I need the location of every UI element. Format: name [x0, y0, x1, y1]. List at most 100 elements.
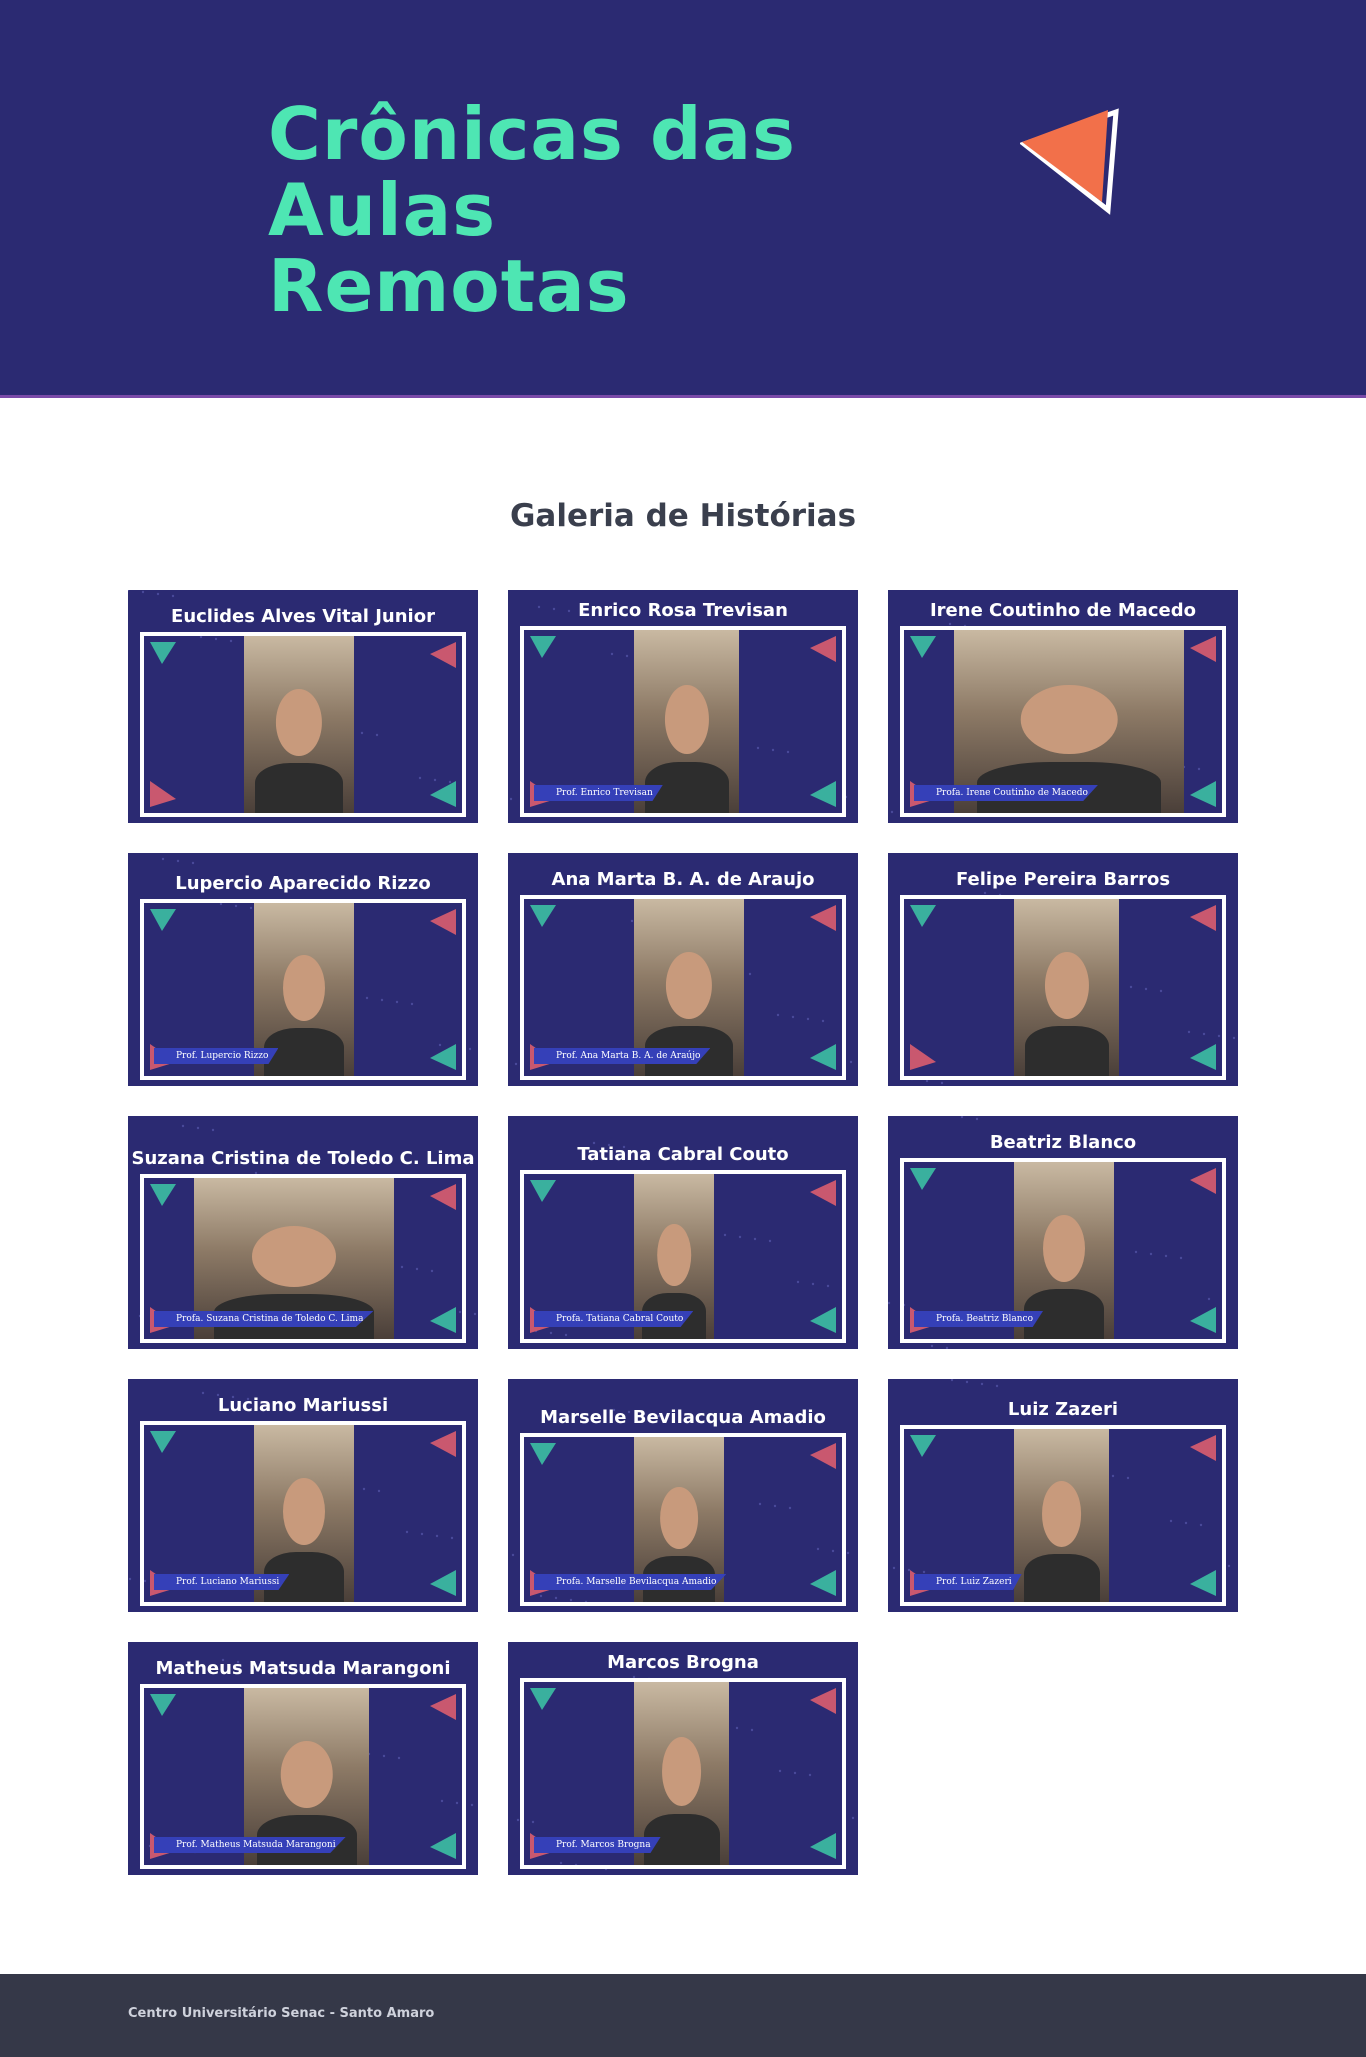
story-card[interactable]: Marcos Brogna Prof. Marcos Brogna — [508, 1642, 858, 1875]
video-frame: Profa. Irene Coutinho de Macedo — [900, 626, 1226, 817]
video-frame: Profa. Suzana Cristina de Toledo C. Lima — [140, 1174, 466, 1343]
corner-triangle-icon — [530, 1443, 556, 1465]
corner-triangle-icon — [810, 1570, 836, 1596]
corner-triangle-icon — [1190, 1570, 1216, 1596]
corner-triangle-icon — [1190, 1435, 1216, 1461]
corner-triangle-icon — [810, 1044, 836, 1070]
presenter-nametag: Profa. Suzana Cristina de Toledo C. Lima — [154, 1311, 374, 1327]
story-card[interactable]: Tatiana Cabral Couto Profa. Tatiana Cabra… — [508, 1116, 858, 1349]
presenter-face — [1043, 1215, 1085, 1283]
presenter-nametag: Prof. Lupercio Rizzo — [154, 1048, 279, 1064]
presenter-nametag: Prof. Matheus Matsuda Marangoni — [154, 1837, 346, 1853]
corner-triangle-icon — [430, 1044, 456, 1070]
story-card[interactable]: Matheus Matsuda Marangoni Prof. Matheus M… — [128, 1642, 478, 1875]
presenter-face — [1044, 952, 1089, 1020]
card-title: Matheus Matsuda Marangoni — [155, 1658, 451, 1679]
corner-triangle-icon — [810, 1833, 836, 1859]
story-card[interactable]: Luiz Zazeri Prof. Luiz Zazeri — [888, 1379, 1238, 1612]
corner-triangle-icon — [810, 636, 836, 662]
corner-triangle-icon — [1190, 636, 1216, 662]
story-card[interactable]: Marselle Bevilacqua Amadio Profa. Marsell… — [508, 1379, 858, 1612]
video-frame: Prof. Luciano Mariussi — [140, 1421, 466, 1606]
card-title: Enrico Rosa Trevisan — [578, 600, 788, 621]
corner-triangle-icon — [910, 636, 936, 658]
corner-triangle-icon — [810, 1688, 836, 1714]
presenter-body — [255, 763, 343, 813]
corner-triangle-icon — [1190, 905, 1216, 931]
story-card[interactable]: Enrico Rosa Trevisan Prof. Enrico Trevisa… — [508, 590, 858, 823]
presenter-face — [280, 1741, 333, 1809]
presenter-face — [1041, 1480, 1082, 1547]
site-title-line-1: Crônicas das Aulas — [268, 92, 796, 252]
video-frame: Prof. Enrico Trevisan — [520, 626, 846, 817]
presenter-nametag: Profa. Irene Coutinho de Macedo — [914, 785, 1098, 801]
corner-triangle-icon — [810, 781, 836, 807]
story-card[interactable]: Lupercio Aparecido Rizzo Prof. Lupercio R… — [128, 853, 478, 1086]
presenter-face — [1020, 684, 1118, 755]
corner-triangle-icon — [430, 1833, 456, 1859]
card-title: Suzana Cristina de Toledo C. Lima — [131, 1148, 475, 1169]
corner-triangle-icon — [910, 1168, 936, 1190]
card-title: Lupercio Aparecido Rizzo — [175, 873, 431, 894]
presenter-face — [283, 1478, 325, 1546]
corner-triangle-icon — [430, 909, 456, 935]
corner-triangle-icon — [430, 781, 456, 807]
card-title: Marselle Bevilacqua Amadio — [540, 1407, 826, 1428]
video-frame: Profa. Marselle Bevilacqua Amadio — [520, 1433, 846, 1606]
corner-triangle-icon — [430, 1307, 456, 1333]
triangle-logo-icon — [1020, 108, 1119, 215]
story-card[interactable]: Luciano Mariussi Prof. Luciano Mariussi — [128, 1379, 478, 1612]
card-title: Marcos Brogna — [607, 1652, 759, 1673]
presenter-body — [1023, 1553, 1100, 1602]
video-frame: Prof. Lupercio Rizzo — [140, 899, 466, 1080]
presenter-photo — [1014, 899, 1119, 1076]
presenter-nametag: Prof. Ana Marta B. A. de Araújo — [534, 1048, 711, 1064]
card-title: Tatiana Cabral Couto — [577, 1144, 789, 1165]
presenter-nametag: Prof. Enrico Trevisan — [534, 785, 663, 801]
story-card[interactable]: Euclides Alves Vital Junior — [128, 590, 478, 823]
video-frame: Profa. Tatiana Cabral Couto — [520, 1170, 846, 1343]
presenter-face — [661, 1736, 702, 1807]
presenter-nametag: Profa. Beatriz Blanco — [914, 1311, 1044, 1327]
gallery-title: Galeria de Histórias — [509, 498, 857, 534]
story-card[interactable]: Suzana Cristina de Toledo C. Lima Profa. … — [128, 1116, 478, 1349]
story-gallery: Euclides Alves Vital Junior Enrico Rosa T… — [128, 590, 1238, 1880]
story-card[interactable]: Irene Coutinho de Macedo Profa. Irene Cou… — [888, 590, 1238, 823]
corner-triangle-icon — [150, 1184, 176, 1206]
corner-triangle-icon — [1190, 1044, 1216, 1070]
corner-triangle-icon — [810, 1180, 836, 1206]
story-card[interactable]: Ana Marta B. A. de Araujo Prof. Ana Marta… — [508, 853, 858, 1086]
presenter-photo — [244, 636, 354, 813]
card-title: Luciano Mariussi — [217, 1395, 389, 1416]
corner-triangle-icon — [430, 1694, 456, 1720]
corner-triangle-icon — [530, 905, 556, 927]
presenter-face — [275, 689, 323, 757]
video-frame: Prof. Ana Marta B. A. de Araújo — [520, 895, 846, 1080]
video-frame: Profa. Beatriz Blanco — [900, 1158, 1226, 1343]
presenter-nametag: Prof. Luiz Zazeri — [914, 1574, 1022, 1590]
corner-triangle-icon — [150, 642, 176, 664]
corner-triangle-icon — [150, 781, 176, 807]
presenter-face — [664, 684, 709, 755]
card-title: Beatriz Blanco — [989, 1132, 1137, 1153]
site-header: Crônicas das Aulas Remotas — [0, 0, 1366, 398]
video-frame: Prof. Luiz Zazeri — [900, 1425, 1226, 1606]
site-title[interactable]: Crônicas das Aulas Remotas — [268, 96, 1028, 324]
corner-triangle-icon — [1190, 1168, 1216, 1194]
corner-triangle-icon — [530, 1180, 556, 1202]
corner-triangle-icon — [530, 636, 556, 658]
presenter-face — [660, 1486, 698, 1550]
video-frame — [140, 632, 466, 817]
corner-triangle-icon — [150, 1694, 176, 1716]
story-card[interactable]: Beatriz Blanco Profa. Beatriz Blanco — [888, 1116, 1238, 1349]
corner-triangle-icon — [430, 642, 456, 668]
corner-triangle-icon — [910, 1044, 936, 1070]
video-frame: Prof. Matheus Matsuda Marangoni — [140, 1684, 466, 1869]
corner-triangle-icon — [810, 1307, 836, 1333]
card-title: Euclides Alves Vital Junior — [171, 606, 435, 627]
corner-triangle-icon — [810, 905, 836, 931]
presenter-photo — [1014, 1429, 1109, 1602]
corner-triangle-icon — [150, 1431, 176, 1453]
video-frame: Prof. Marcos Brogna — [520, 1678, 846, 1869]
story-card[interactable]: Felipe Pereira Barros — [888, 853, 1238, 1086]
